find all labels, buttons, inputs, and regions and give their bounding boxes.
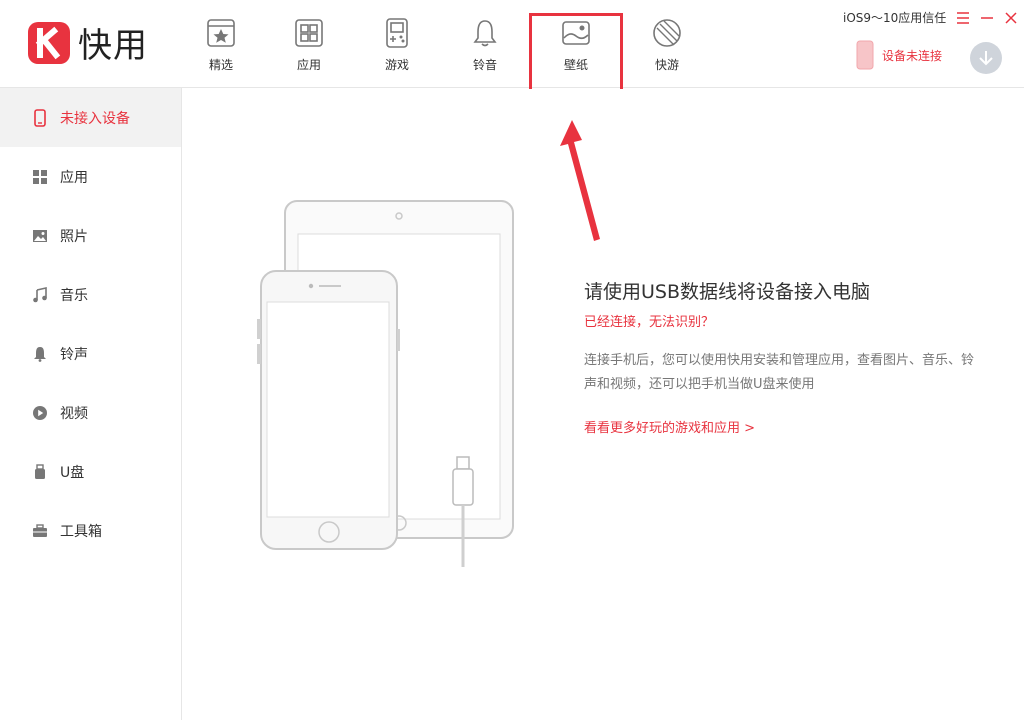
annotation-arrow [560, 120, 610, 248]
title-controls: iOS9～10应用信任 [843, 9, 1018, 26]
close-icon[interactable] [1004, 11, 1018, 25]
nav-label: 游戏 [384, 58, 409, 72]
nav-item-ringtones[interactable]: 铃音 [441, 0, 529, 88]
device-status[interactable]: 设备未连接 [856, 40, 942, 70]
play-icon [33, 405, 47, 420]
photo-icon [33, 229, 47, 242]
nav-label: 壁纸 [563, 58, 588, 72]
phone-icon [34, 108, 46, 127]
nav-item-games[interactable]: 游戏 [353, 0, 441, 88]
apps-grid-icon [295, 19, 323, 47]
nav-label: 铃音 [472, 58, 497, 72]
gameboy-icon [386, 18, 408, 48]
device-connect-illustration [253, 189, 523, 573]
nav-label: 精选 [208, 58, 233, 72]
download-button[interactable] [970, 42, 1002, 74]
ios-trust-link[interactable]: iOS9～10应用信任 [843, 9, 946, 26]
sidebar-item-label: 未接入设备 [60, 110, 130, 127]
device-status-text: 设备未连接 [882, 48, 943, 63]
download-arrow-icon [979, 51, 993, 66]
leaf-icon [653, 19, 681, 47]
sidebar-item-photos[interactable]: 照片 [0, 206, 181, 265]
music-note-icon [33, 286, 47, 302]
app-name: 快用 [78, 26, 148, 66]
cannot-recognize-link[interactable]: 已经连接，无法识别？ [584, 311, 714, 330]
logo-badge-icon [28, 21, 70, 64]
phone-icon [856, 40, 874, 70]
apps-grid-icon [33, 169, 47, 184]
star-icon [207, 19, 235, 47]
nav-item-wallpaper[interactable]: 壁纸 [529, 13, 623, 99]
app-logo[interactable]: 快用 [28, 18, 148, 67]
sidebar-item-toolbox[interactable]: 工具箱 [0, 501, 181, 560]
sidebar-item-no-device[interactable]: 未接入设备 [0, 88, 181, 147]
sidebar-item-label: 照片 [60, 228, 88, 245]
sidebar-item-videos[interactable]: 视频 [0, 383, 181, 442]
nav-label: 应用 [296, 58, 321, 72]
bell-icon [34, 346, 46, 362]
sidebar-item-label: 视频 [60, 405, 88, 422]
wallpaper-icon [562, 21, 590, 45]
sidebar-item-label: 应用 [60, 169, 88, 186]
minimize-icon[interactable] [980, 11, 994, 25]
usb-drive-icon [35, 463, 45, 479]
sidebar-item-label: 工具箱 [60, 523, 102, 540]
main-nav: 精选 应用 游戏 铃音 壁纸 快游 [177, 0, 711, 99]
more-games-apps-link[interactable]: 看看更多好玩的游戏和应用 > [584, 417, 755, 436]
sidebar-item-label: U盘 [60, 464, 85, 481]
nav-label: 快游 [654, 58, 679, 72]
sidebar: 未接入设备 应用 照片 音乐 铃声 视频 U盘 工具箱 [0, 88, 182, 720]
hamburger-icon[interactable] [956, 11, 970, 25]
sidebar-item-usb-drive[interactable]: U盘 [0, 442, 181, 501]
sidebar-item-label: 音乐 [60, 287, 88, 304]
sidebar-item-ringtones[interactable]: 铃声 [0, 324, 181, 383]
connect-headline: 请使用USB数据线将设备接入电脑 [584, 281, 871, 303]
nav-item-featured[interactable]: 精选 [177, 0, 265, 88]
connect-description: 连接手机后，您可以使用快用安装和管理应用，查看图片、音乐、铃声和视频，还可以把手… [584, 353, 975, 392]
sidebar-item-music[interactable]: 音乐 [0, 265, 181, 324]
sidebar-item-label: 铃声 [60, 346, 88, 363]
toolbox-icon [33, 523, 47, 537]
nav-item-apps[interactable]: 应用 [265, 0, 353, 88]
bell-icon [473, 20, 497, 47]
top-bar: 快用 精选 应用 游戏 铃音 壁纸 快游 iOS9～10应用信任 设备未连接 [0, 0, 1024, 99]
nav-item-quick-games[interactable]: 快游 [623, 0, 711, 88]
sidebar-item-apps[interactable]: 应用 [0, 147, 181, 206]
